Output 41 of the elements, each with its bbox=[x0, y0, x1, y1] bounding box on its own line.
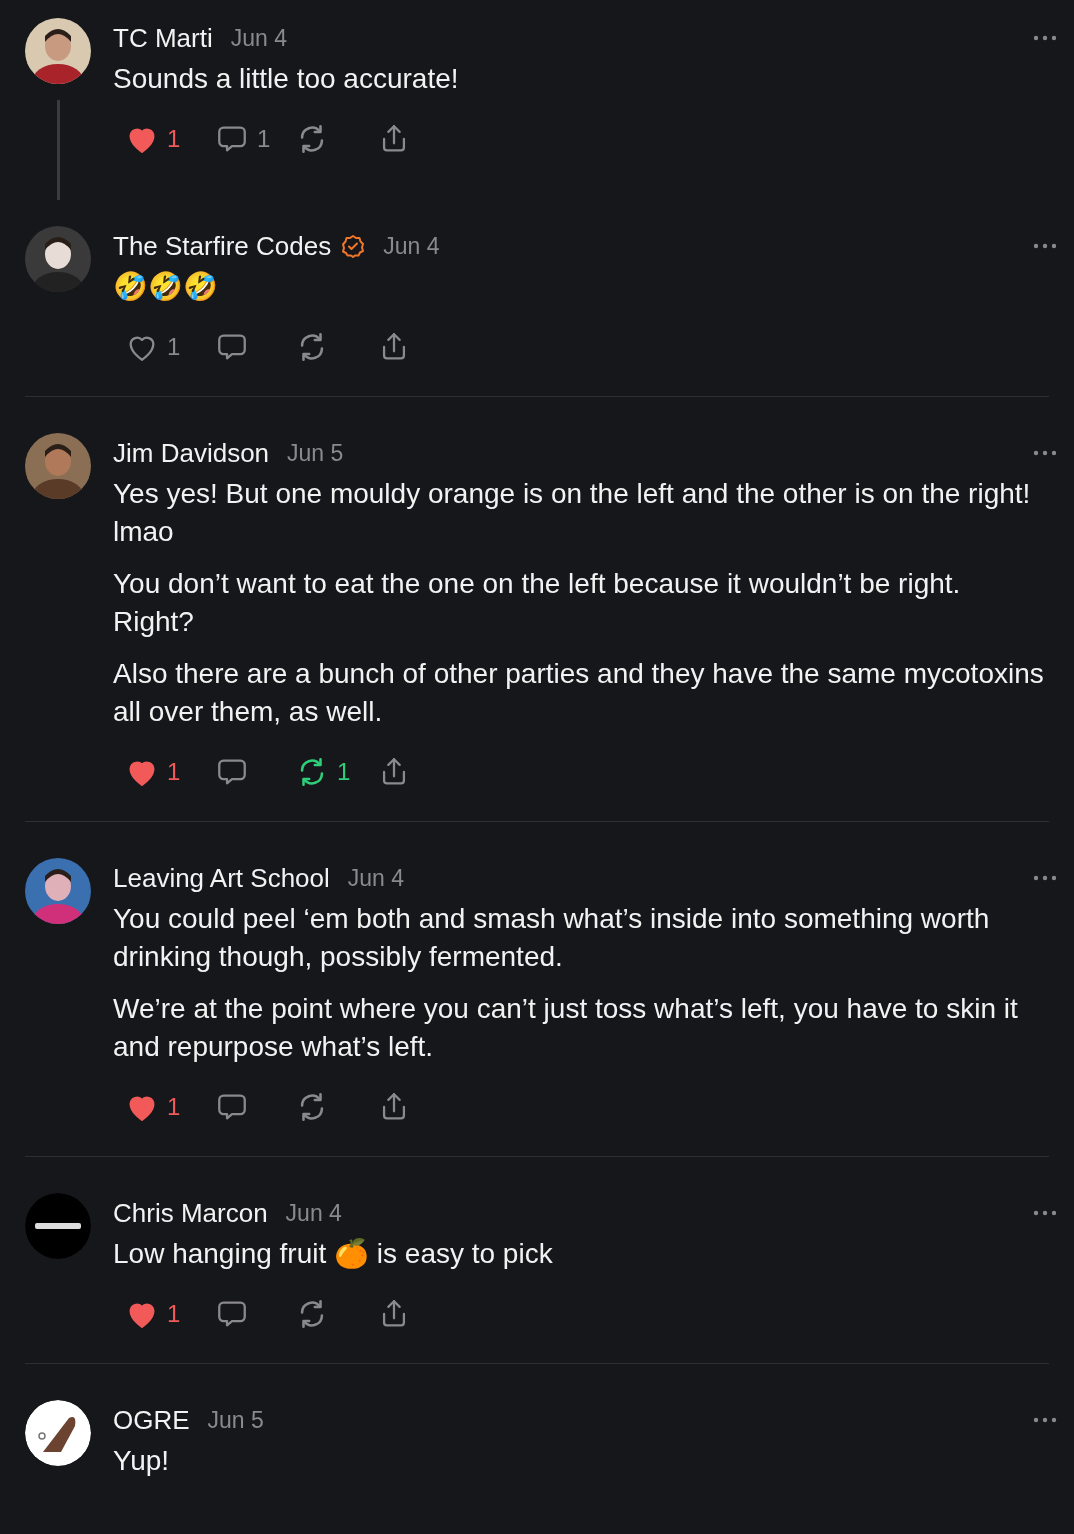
author-name[interactable]: The Starfire Codes bbox=[113, 226, 332, 266]
like-button[interactable]: 1 bbox=[125, 1089, 215, 1125]
author-name[interactable]: Chris Marcon bbox=[113, 1193, 268, 1233]
author-name[interactable]: Leaving Art School bbox=[113, 858, 330, 898]
like-count: 1 bbox=[167, 332, 181, 362]
like-button[interactable]: 1 bbox=[125, 1296, 215, 1332]
more-options-icon[interactable] bbox=[1033, 875, 1057, 881]
more-options-icon[interactable] bbox=[1033, 1417, 1057, 1423]
comment-text: Yes yes! But one mouldy orange is on the left and the other is on the right! lmao bbox=[113, 477, 1032, 549]
more-options-icon[interactable] bbox=[1033, 1210, 1057, 1216]
restack-count: 1 bbox=[337, 757, 351, 787]
like-count: 1 bbox=[167, 757, 181, 787]
more-options-icon[interactable] bbox=[1033, 450, 1057, 456]
like-button[interactable]: 1 bbox=[125, 329, 215, 365]
comment-date: Jun 4 bbox=[347, 863, 405, 893]
comment-text: Low hanging fruit 🍊 is easy to pick bbox=[113, 1237, 554, 1271]
more-options-icon[interactable] bbox=[1033, 243, 1057, 249]
like-count: 1 bbox=[167, 1092, 181, 1122]
comment-text: Sounds a little too accurate! bbox=[113, 62, 460, 96]
like-button[interactable]: 1 bbox=[125, 121, 215, 157]
comment-text: Yup! bbox=[113, 1444, 171, 1478]
comment-text: Also there are a bunch of other parties and they have the same mycotoxins all over them, as well. bbox=[113, 657, 1045, 729]
like-count: 1 bbox=[167, 124, 181, 154]
author-name[interactable]: TC Marti bbox=[113, 18, 213, 58]
like-button[interactable]: 1 bbox=[125, 754, 215, 790]
comment-text: 🤣🤣🤣 bbox=[113, 270, 219, 304]
reply-button[interactable]: 1 bbox=[215, 121, 295, 157]
author-name[interactable]: OGRE bbox=[113, 1400, 190, 1440]
author-name[interactable]: Jim Davidson bbox=[113, 433, 270, 473]
comment-text: You could peel ‘em both and smash what’s inside into something worth drinking though, possibly fermented. bbox=[113, 902, 991, 974]
more-options-icon[interactable] bbox=[1033, 35, 1057, 41]
comment-date: Jun 4 bbox=[230, 23, 287, 53]
comment-date: Jun 4 bbox=[383, 231, 440, 261]
restack-button[interactable]: 1 bbox=[295, 754, 377, 790]
like-count: 1 bbox=[167, 1299, 181, 1329]
comment-date: Jun 4 bbox=[285, 1198, 342, 1228]
comment-text: You don’t want to eat the one on the left because it wouldn’t be right. Right? bbox=[113, 567, 962, 639]
comment-date: Jun 5 bbox=[207, 1405, 264, 1435]
reply-count: 1 bbox=[257, 124, 271, 154]
comment-date: Jun 5 bbox=[287, 438, 344, 468]
comment-text: We’re at the point where you can’t just toss what’s left, you have to skin it and repurpose what’s left. bbox=[113, 992, 1019, 1064]
